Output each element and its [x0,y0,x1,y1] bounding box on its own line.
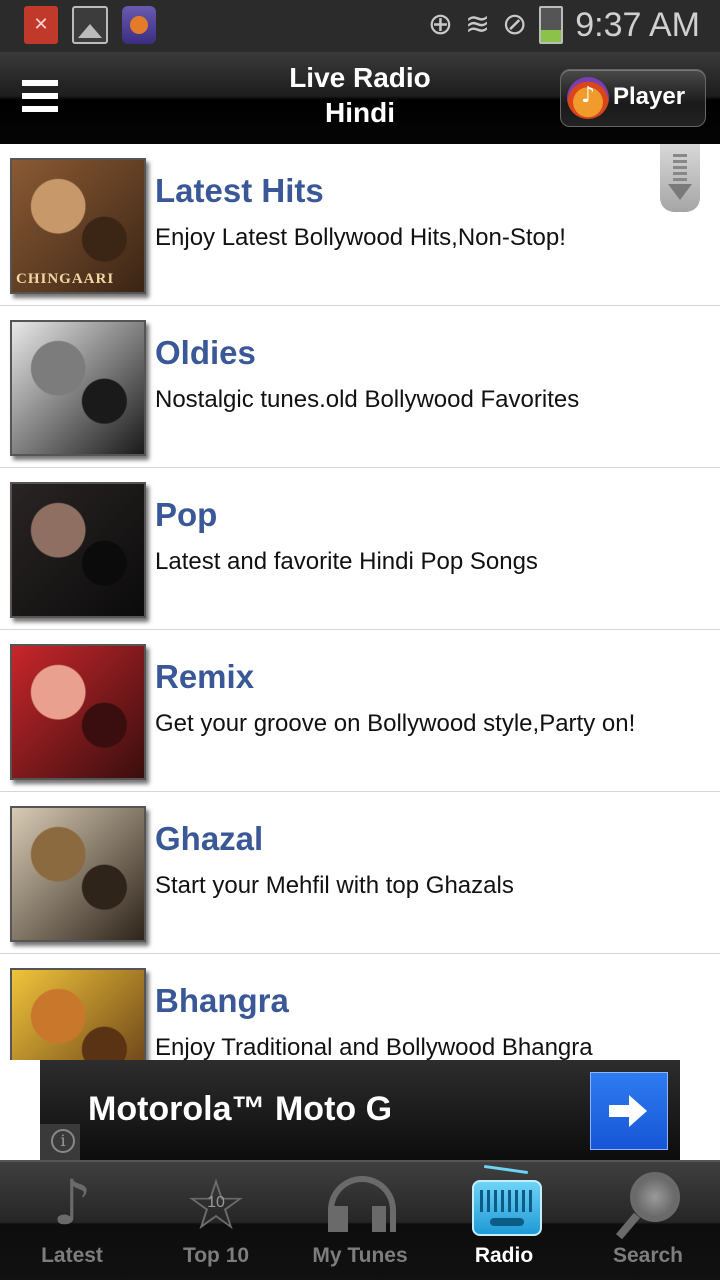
thumbnail-caption: CHINGAARI [16,271,115,287]
radio-antenna [484,1164,528,1175]
station-description: Enjoy Traditional and Bollywood Bhangra [155,1034,593,1060]
station-list[interactable]: CHINGAARI Latest Hits Enjoy Latest Bolly… [0,144,720,1060]
list-item[interactable]: Oldies Nostalgic tunes.old Bollywood Fav… [0,306,720,468]
info-icon[interactable] [40,1124,80,1160]
list-item[interactable]: CHINGAARI Latest Hits Enjoy Latest Bolly… [0,144,720,306]
scroll-handle[interactable] [660,144,700,212]
station-title: Latest Hits [155,172,324,209]
arrow-right-icon[interactable] [590,1072,668,1150]
tab-radio[interactable]: Radio [432,1162,576,1280]
tab-label: My Tunes [312,1244,408,1267]
screen: ⊕ ≋ ⊘ 9:37 AM Live Radio Hindi Player CH… [0,0,720,1280]
status-bar: ⊕ ≋ ⊘ 9:37 AM [0,0,720,52]
player-button-label: Player [613,83,686,110]
battery-icon [539,6,564,44]
ad-text: Motorola™ Moto G [88,1090,393,1128]
music-note-icon: ♪ [52,1166,92,1239]
station-thumbnail [10,320,146,456]
vibrate-icon: ⊕ [427,7,453,42]
tab-my-tunes[interactable]: My Tunes [288,1162,432,1280]
app-notification-icon [122,6,156,44]
title-line-1: Live Radio [289,62,431,93]
station-description: Start your Mehfil with top Ghazals [155,872,514,899]
station-title: Pop [155,496,218,533]
station-description: Nostalgic tunes.old Bollywood Favorites [155,386,580,413]
tab-label: Latest [41,1244,103,1267]
title-line-2: Hindi [325,97,395,128]
star-icon: ☆ 10 [181,1170,251,1240]
search-icon [620,1172,680,1238]
player-button[interactable]: Player [560,69,706,127]
tab-latest[interactable]: ♪ Latest [0,1162,144,1280]
station-thumbnail [10,806,146,942]
station-title: Oldies [155,334,256,371]
tab-top-10[interactable]: ☆ 10 Top 10 [144,1162,288,1280]
headphones-icon [328,1176,396,1236]
station-title: Bhangra [155,982,289,1019]
tab-label: Top 10 [182,1244,250,1267]
list-item[interactable]: Remix Get your groove on Bollywood style… [0,630,720,792]
list-item[interactable]: Bhangra Enjoy Traditional and Bollywood … [0,954,720,1060]
player-logo-icon [567,77,609,119]
tab-label: Search [612,1244,684,1267]
tab-bar: ♪ Latest ☆ 10 Top 10 My Tunes Radio Sear… [0,1160,720,1280]
clock: 9:37 AM [575,6,700,44]
station-thumbnail [10,644,146,780]
page-title: Live Radio Hindi [200,60,520,130]
wifi-icon: ≋ [464,7,491,42]
list-item[interactable]: Pop Latest and favorite Hindi Pop Songs [0,468,720,630]
file-error-icon [24,6,58,44]
do-not-disturb-icon: ⊘ [502,7,528,42]
station-description: Get your groove on Bollywood style,Party… [155,710,636,737]
tab-label: Radio [474,1244,534,1267]
star-badge: 10 [207,1194,225,1211]
hamburger-menu-icon[interactable] [22,80,58,112]
station-title: Ghazal [155,820,264,857]
station-title: Remix [155,658,255,695]
station-thumbnail: CHINGAARI [10,158,146,294]
radio-icon [472,1180,542,1236]
image-icon [72,6,108,44]
station-thumbnail [10,968,146,1060]
app-header: Live Radio Hindi Player [0,52,720,144]
station-description: Enjoy Latest Bollywood Hits,Non-Stop! [155,224,566,251]
notification-icons [24,6,156,44]
tab-search[interactable]: Search [576,1162,720,1280]
station-description: Latest and favorite Hindi Pop Songs [155,548,538,575]
system-icons: ⊕ ≋ ⊘ 9:37 AM [428,4,700,46]
ad-banner[interactable]: Motorola™ Moto G [40,1060,680,1160]
list-item[interactable]: Ghazal Start your Mehfil with top Ghazal… [0,792,720,954]
station-thumbnail [10,482,146,618]
